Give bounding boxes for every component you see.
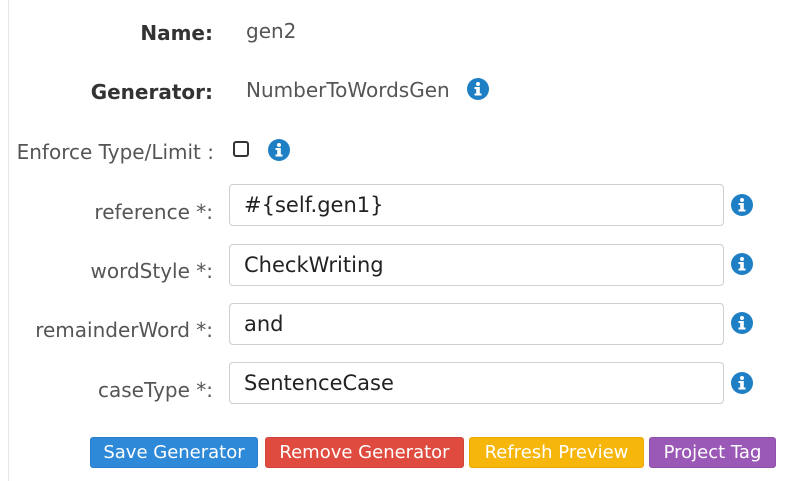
enforce-checkbox[interactable] xyxy=(233,141,249,157)
refresh-preview-button[interactable]: Refresh Preview xyxy=(469,437,644,468)
generator-label: Generator: xyxy=(90,80,213,104)
reference-label: reference *: xyxy=(94,200,213,224)
name-label: Name: xyxy=(140,21,213,45)
wordstyle-label: wordStyle *: xyxy=(90,259,214,283)
wordstyle-info-icon[interactable] xyxy=(731,253,753,275)
enforce-info-icon[interactable] xyxy=(268,139,290,161)
remove-generator-button[interactable]: Remove Generator xyxy=(265,437,464,468)
enforce-label: Enforce Type/Limit : xyxy=(16,140,214,164)
casetype-info-icon[interactable] xyxy=(731,372,753,394)
casetype-input[interactable] xyxy=(229,362,724,404)
left-divider xyxy=(8,0,9,481)
generator-value: NumberToWordsGen xyxy=(246,78,450,102)
reference-info-icon[interactable] xyxy=(731,194,753,216)
name-value: gen2 xyxy=(246,19,297,43)
remainderword-input[interactable] xyxy=(229,303,724,345)
remainderword-info-icon[interactable] xyxy=(731,312,753,334)
remainderword-label: remainderWord *: xyxy=(35,318,213,342)
casetype-label: caseType *: xyxy=(97,378,213,402)
generator-info-icon[interactable] xyxy=(467,78,489,100)
wordstyle-input[interactable] xyxy=(229,244,724,286)
reference-input[interactable] xyxy=(229,184,724,226)
save-generator-button[interactable]: Save Generator xyxy=(90,437,258,468)
project-tag-button[interactable]: Project Tag xyxy=(649,437,776,468)
